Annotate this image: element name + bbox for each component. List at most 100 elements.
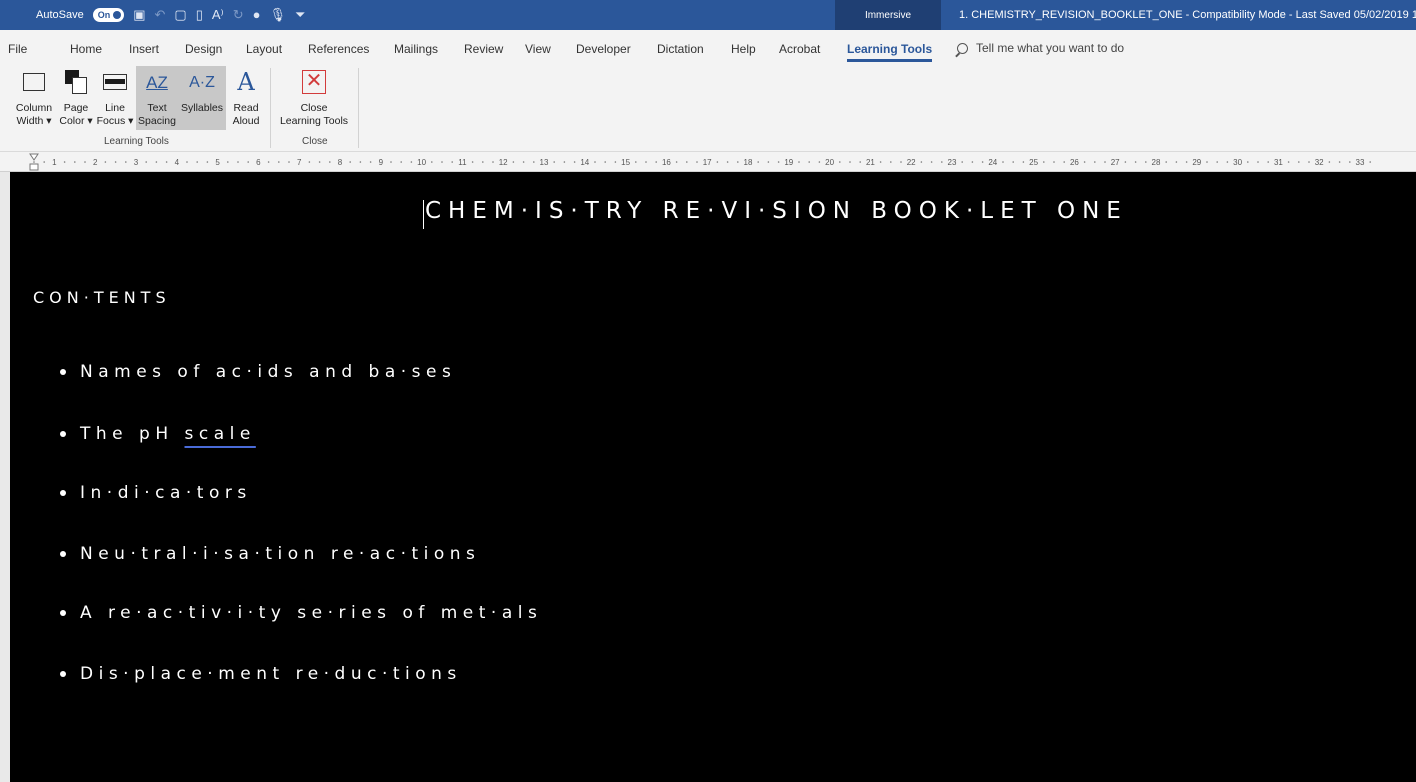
ruler-tick: [1145, 161, 1147, 163]
ruler-number: 20: [825, 158, 834, 167]
ruler-tick: [849, 161, 851, 163]
read-aloud-icon: A: [237, 67, 255, 96]
ruler-tick: [33, 161, 35, 163]
syllables-label: Syllables: [180, 102, 224, 114]
tab-view[interactable]: View: [525, 42, 551, 56]
line-focus-button[interactable]: Line Focus ▾: [96, 66, 134, 128]
ruler-tick: [431, 161, 433, 163]
ruler-number: 1: [52, 158, 57, 167]
horizontal-ruler[interactable]: 1 2 3 4 5 6 7 8 9 10 11 12 13 14 15 16 17 18 19 20 21 22 23 24 2…: [0, 152, 1416, 172]
tab-references[interactable]: References: [308, 42, 369, 56]
tab-developer[interactable]: Developer: [576, 42, 631, 56]
record-icon[interactable]: ●: [253, 0, 261, 30]
page-color-dropdown: Color ▾: [59, 115, 93, 127]
ruler-tick: [63, 161, 66, 163]
dictate-icon[interactable]: 🎙: [270, 0, 287, 30]
list-item: The pH scale: [60, 424, 256, 444]
save-icon[interactable]: ▣: [133, 0, 145, 30]
tab-acrobat[interactable]: Acrobat: [779, 42, 820, 56]
ruler-number: 24: [988, 158, 997, 167]
read-aloud-button[interactable]: A Read Aloud: [228, 66, 264, 128]
title-bar: AutoSave On ▣ ↶ ▢ ▯ A⁾ ↻ ● 🎙 ⏷ Immersive…: [0, 0, 1416, 30]
list-item: A re·ac·tiv·i·ty se·ries of met·als: [60, 603, 542, 623]
ruler-tick: [471, 161, 474, 163]
bullet-icon: [60, 431, 66, 437]
ruler-number: 33: [1356, 158, 1365, 167]
tell-me-search[interactable]: Tell me what you want to do: [957, 41, 1124, 55]
ruler-number: 15: [621, 158, 630, 167]
ruler-tick: [757, 161, 759, 163]
customize-qat-icon[interactable]: ⏷: [295, 0, 305, 30]
quick-access-toolbar: AutoSave On ▣ ↶ ▢ ▯ A⁾ ↻ ● 🎙 ⏷: [0, 0, 305, 30]
tab-insert[interactable]: Insert: [129, 42, 159, 56]
undo-icon[interactable]: ↶: [155, 0, 166, 30]
ruler-tick: [573, 161, 576, 163]
ruler-tick: [737, 161, 739, 163]
tab-design[interactable]: Design: [185, 42, 222, 56]
ruler-tick: [696, 161, 698, 163]
ruler-tick: [1349, 161, 1351, 163]
ruler-tick: [186, 161, 188, 163]
new-document-icon[interactable]: ▯: [196, 0, 203, 30]
close-learning-tools-button[interactable]: ✕ Close Learning Tools: [276, 66, 352, 128]
text-spacing-button[interactable]: AZ Text Spacing: [136, 66, 178, 130]
tab-home[interactable]: Home: [70, 42, 102, 56]
ruler-tick: [125, 161, 127, 163]
ruler-tick: [716, 161, 719, 163]
document-title: 1. CHEMISTRY_REVISION_BOOKLET_ONE - Comp…: [959, 9, 1416, 21]
ruler-number: 16: [662, 158, 671, 167]
tab-learning-tools[interactable]: Learning Tools: [847, 42, 933, 62]
ruler-tick: [410, 161, 413, 163]
new-comment-icon[interactable]: ▢: [174, 0, 186, 30]
ruler-tick: [288, 161, 290, 163]
ruler-tick: [104, 161, 107, 163]
group-separator: [358, 68, 359, 148]
bullet-icon: [60, 671, 66, 677]
ruler-tick: [981, 161, 984, 163]
page-color-icon: [65, 70, 87, 94]
ruler-tick: [1247, 161, 1249, 163]
ruler-tick: [604, 161, 606, 163]
tab-layout[interactable]: Layout: [246, 42, 282, 56]
ruler-scale: 1 2 3 4 5 6 7 8 9 10 11 12 13 14 15 16 17 18 19 20 21 22 23 24 2…: [29, 153, 1371, 171]
tab-help[interactable]: Help: [731, 42, 756, 56]
ruler-tick: [798, 161, 800, 163]
ruler-tick: [1165, 161, 1167, 163]
page-color-button[interactable]: Page Color ▾: [58, 66, 94, 128]
ruler-tick: [1226, 161, 1229, 163]
immersive-context-tab[interactable]: Immersive: [835, 0, 941, 30]
ruler-number: 3: [134, 158, 139, 167]
list-item: In·di·ca·tors: [60, 483, 252, 503]
document-page[interactable]: CHEM·IS·TRY RE·VI·SION BOOK·LET ONE CON·…: [10, 172, 1416, 782]
ruler-tick: [1094, 161, 1096, 163]
syllables-button[interactable]: A·Z Syllables: [178, 66, 226, 130]
page-color-label: Page: [63, 102, 89, 114]
ruler-number: 30: [1233, 158, 1242, 167]
tab-review[interactable]: Review: [464, 42, 503, 56]
toggle-knob: [113, 11, 122, 19]
list-item-text: Names of ac·ids and ba·ses: [80, 362, 457, 382]
bullet-icon: [60, 610, 66, 616]
autosave-toggle[interactable]: On: [92, 8, 125, 22]
ruler-tick: [879, 161, 882, 163]
tab-mailings[interactable]: Mailings: [394, 42, 438, 56]
read-aloud-qat-icon[interactable]: A⁾: [212, 0, 224, 30]
proofing-flagged-word[interactable]: scale: [185, 424, 256, 444]
list-item: Dis·place·ment re·duc·tions: [60, 664, 462, 684]
ruler-tick: [900, 161, 902, 163]
ruler-number: 12: [499, 158, 508, 167]
column-width-button[interactable]: Column Width ▾: [14, 66, 54, 128]
ruler-number: 9: [379, 158, 384, 167]
ruler-number: 4: [175, 158, 180, 167]
ruler-tick: [1328, 161, 1331, 163]
ruler-tick: [808, 161, 810, 163]
ruler-tick: [390, 161, 392, 163]
ruler-tick: [1012, 161, 1014, 163]
tab-file[interactable]: File: [8, 42, 27, 56]
redo-icon[interactable]: ↻: [233, 0, 244, 30]
ruler-tick: [522, 161, 525, 163]
tab-dictation[interactable]: Dictation: [657, 42, 704, 56]
ruler-tick: [74, 161, 76, 163]
ruler-number: 28: [1152, 158, 1161, 167]
ruler-tick: [614, 161, 617, 163]
